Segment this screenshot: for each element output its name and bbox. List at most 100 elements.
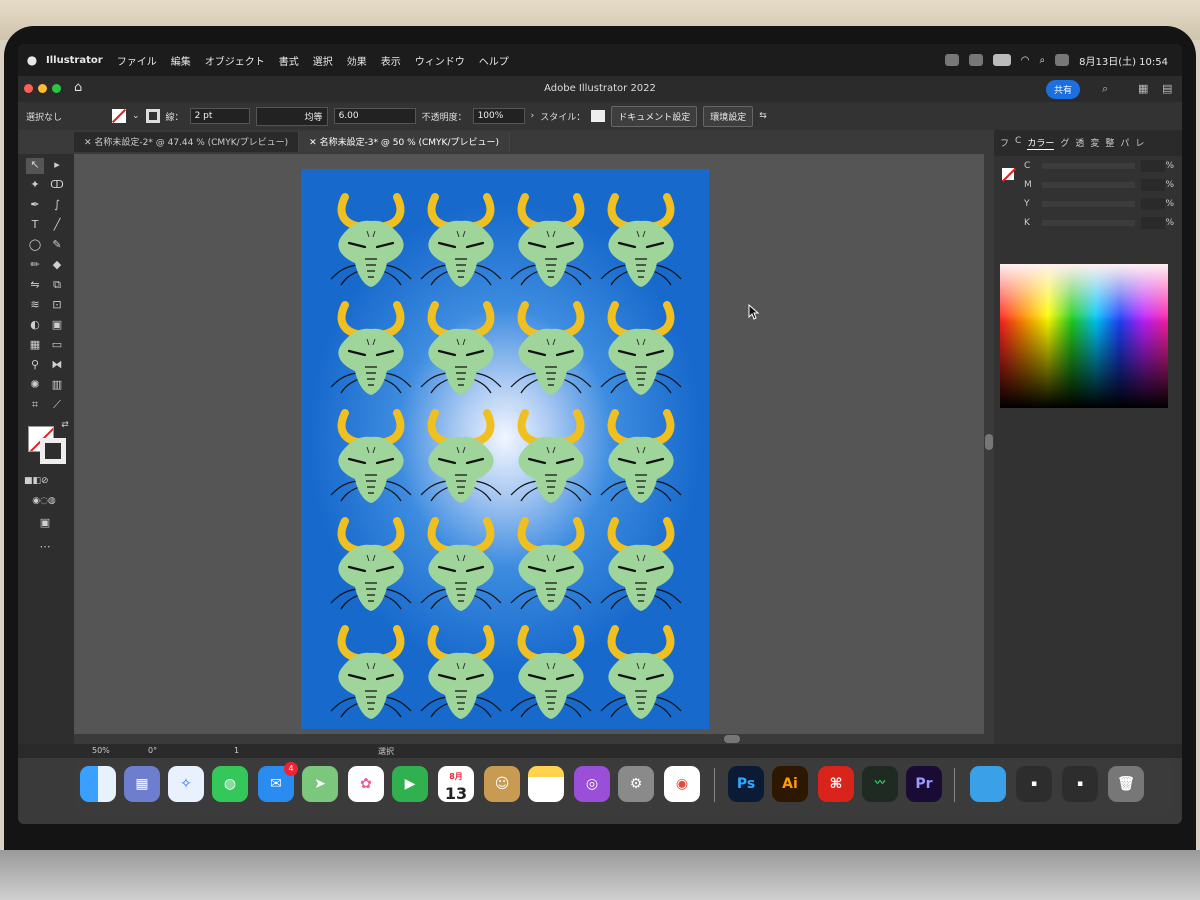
menu-view[interactable]: 表示 xyxy=(381,53,401,68)
stroke-weight-field[interactable]: 2 pt xyxy=(189,108,250,124)
lasso-tool-icon[interactable]: ↀ xyxy=(48,178,66,194)
slice-tool-icon[interactable]: ⟋ xyxy=(48,398,66,414)
column-graph-tool-icon[interactable]: ▥ xyxy=(48,378,66,394)
premiere-icon[interactable]: Pr xyxy=(906,766,942,802)
facetime-icon[interactable]: ▶ xyxy=(392,766,428,802)
channel-slider[interactable] xyxy=(1042,163,1136,169)
creature-head[interactable] xyxy=(330,517,412,611)
messages-icon[interactable]: ◍ xyxy=(212,766,248,802)
creature-head[interactable] xyxy=(510,625,592,719)
free-transform-tool-icon[interactable]: ⊡ xyxy=(48,298,66,314)
arrange-icon[interactable]: ⇆ xyxy=(759,111,767,121)
canvas[interactable] xyxy=(74,154,984,734)
edit-toolbar-icon[interactable]: ⋯ xyxy=(36,540,54,556)
line-tool-icon[interactable]: ╱ xyxy=(48,218,66,234)
panel-tab-color[interactable]: カラー xyxy=(1027,136,1055,150)
preferences-button[interactable]: 環境設定 xyxy=(703,105,754,127)
fill-dropdown-icon[interactable]: ⌄ xyxy=(132,111,140,121)
horizontal-scroll-thumb[interactable] xyxy=(724,735,740,743)
illustrator-icon[interactable]: Ai xyxy=(772,766,808,802)
photos-icon[interactable]: ✿ xyxy=(348,766,384,802)
channel-slider[interactable] xyxy=(1042,182,1136,188)
channel-value[interactable] xyxy=(1141,160,1166,172)
creature-head[interactable] xyxy=(600,625,682,719)
magic-wand-tool-icon[interactable]: ✦ xyxy=(26,178,44,194)
pencil-tool-icon[interactable]: ✏ xyxy=(26,258,44,274)
color-spectrum[interactable] xyxy=(1000,264,1168,408)
mesh-tool-icon[interactable]: ▦ xyxy=(26,338,44,354)
creature-head[interactable] xyxy=(600,409,682,503)
share-button[interactable]: 共有 xyxy=(1046,80,1081,99)
blend-tool-icon[interactable]: ⧓ xyxy=(48,358,66,374)
battery-icon[interactable] xyxy=(992,54,1011,66)
eraser-tool-icon[interactable]: ◆ xyxy=(48,258,66,274)
brush-size-field[interactable]: 6.00 xyxy=(333,108,416,124)
creature-head[interactable] xyxy=(510,301,592,395)
artboard[interactable] xyxy=(301,169,709,729)
direct-selection-tool-icon[interactable]: ▸ xyxy=(48,158,66,174)
creature-head[interactable] xyxy=(330,409,412,503)
panel-tab-2[interactable]: C xyxy=(1015,136,1021,150)
channel-k[interactable]: K% xyxy=(1024,217,1174,229)
channel-m[interactable]: M% xyxy=(1024,179,1174,191)
warp-tool-icon[interactable]: ≋ xyxy=(26,298,44,314)
rotation-field[interactable]: 0° xyxy=(148,746,157,755)
reflect-tool-icon[interactable]: ⇋ xyxy=(26,278,44,294)
acrobat-icon[interactable]: ⌘ xyxy=(818,766,854,802)
panel-tab-gradient[interactable]: グ xyxy=(1060,136,1069,150)
creature-head[interactable] xyxy=(330,625,412,719)
menu-object[interactable]: オブジェクト xyxy=(205,53,265,68)
opacity-arrow-icon[interactable]: › xyxy=(531,111,535,121)
folder-icon[interactable] xyxy=(970,766,1006,802)
menu-select[interactable]: 選択 xyxy=(313,53,333,68)
channel-slider[interactable] xyxy=(1042,201,1136,207)
menu-window[interactable]: ウィンドウ xyxy=(415,53,465,68)
stroke-color-swatch[interactable] xyxy=(40,438,66,464)
channel-value[interactable] xyxy=(1141,217,1166,229)
creature-head[interactable] xyxy=(330,301,412,395)
ellipse-tool-icon[interactable]: ◯ xyxy=(26,238,44,254)
artboard-tool-icon[interactable]: ⌗ xyxy=(26,398,44,414)
panel-tab-transform[interactable]: 変 xyxy=(1090,136,1099,150)
creature-head[interactable] xyxy=(600,301,682,395)
swap-colors-icon[interactable]: ⇄ xyxy=(56,420,74,436)
mail-icon[interactable]: ✉ 4 xyxy=(258,762,298,802)
panel-tab-align[interactable]: 整 xyxy=(1105,136,1114,150)
search-icon[interactable]: ⌕ xyxy=(1102,82,1108,96)
channel-slider[interactable] xyxy=(1042,220,1136,226)
launchpad-icon[interactable]: ▦ xyxy=(124,766,160,802)
control-center-icon[interactable] xyxy=(1055,54,1070,66)
stroke-profile-field[interactable]: 均等 xyxy=(255,106,328,126)
input-method-icon[interactable] xyxy=(968,54,983,66)
creature-head[interactable] xyxy=(420,193,502,287)
panel-fill-swatch[interactable] xyxy=(1002,168,1014,180)
zoom-field[interactable]: 50% xyxy=(92,746,110,755)
creature-head[interactable] xyxy=(510,517,592,611)
creature-head[interactable] xyxy=(510,193,592,287)
creature-head[interactable] xyxy=(510,409,592,503)
tab-document-2[interactable]: ✕ 名称未設定-2* @ 47.44 % (CMYK/プレビュー) xyxy=(74,132,300,152)
creature-head[interactable] xyxy=(330,193,412,287)
shape-builder-tool-icon[interactable]: ◐ xyxy=(26,318,44,334)
activity-monitor-icon[interactable]: 〰 xyxy=(862,766,898,802)
photoshop-icon[interactable]: Ps xyxy=(728,766,764,802)
arrange-documents-icon[interactable]: ▤ xyxy=(1162,82,1172,95)
window-thumbnail-icon[interactable]: ▪ xyxy=(1016,766,1052,802)
calendar-icon[interactable]: 8月 13 xyxy=(438,766,474,803)
tab-document-3[interactable]: ✕ 名称未設定-3* @ 50 % (CMYK/プレビュー) xyxy=(299,132,510,152)
panel-tab-layers[interactable]: レ xyxy=(1135,136,1144,150)
panel-tab-1[interactable]: フ xyxy=(1000,136,1009,150)
paintbrush-tool-icon[interactable]: ✎ xyxy=(48,238,66,254)
finder-icon[interactable] xyxy=(80,766,116,802)
system-preferences-icon[interactable]: ⚙ xyxy=(618,766,654,802)
draw-mode-icon[interactable]: ◉◌◍ xyxy=(24,496,64,512)
screen-mode-icon[interactable]: ▣ xyxy=(36,516,54,532)
gradient-tool-icon[interactable]: ▭ xyxy=(48,338,66,354)
pen-tool-icon[interactable]: ✒ xyxy=(26,198,44,214)
stroke-swatch[interactable] xyxy=(145,109,160,123)
panel-tab-pathfinder[interactable]: パ xyxy=(1120,136,1129,150)
opacity-field[interactable]: 100% xyxy=(472,108,525,124)
menu-help[interactable]: ヘルプ xyxy=(479,53,509,68)
notes-icon[interactable] xyxy=(528,766,564,802)
contacts-icon[interactable]: ☺ xyxy=(484,766,520,802)
